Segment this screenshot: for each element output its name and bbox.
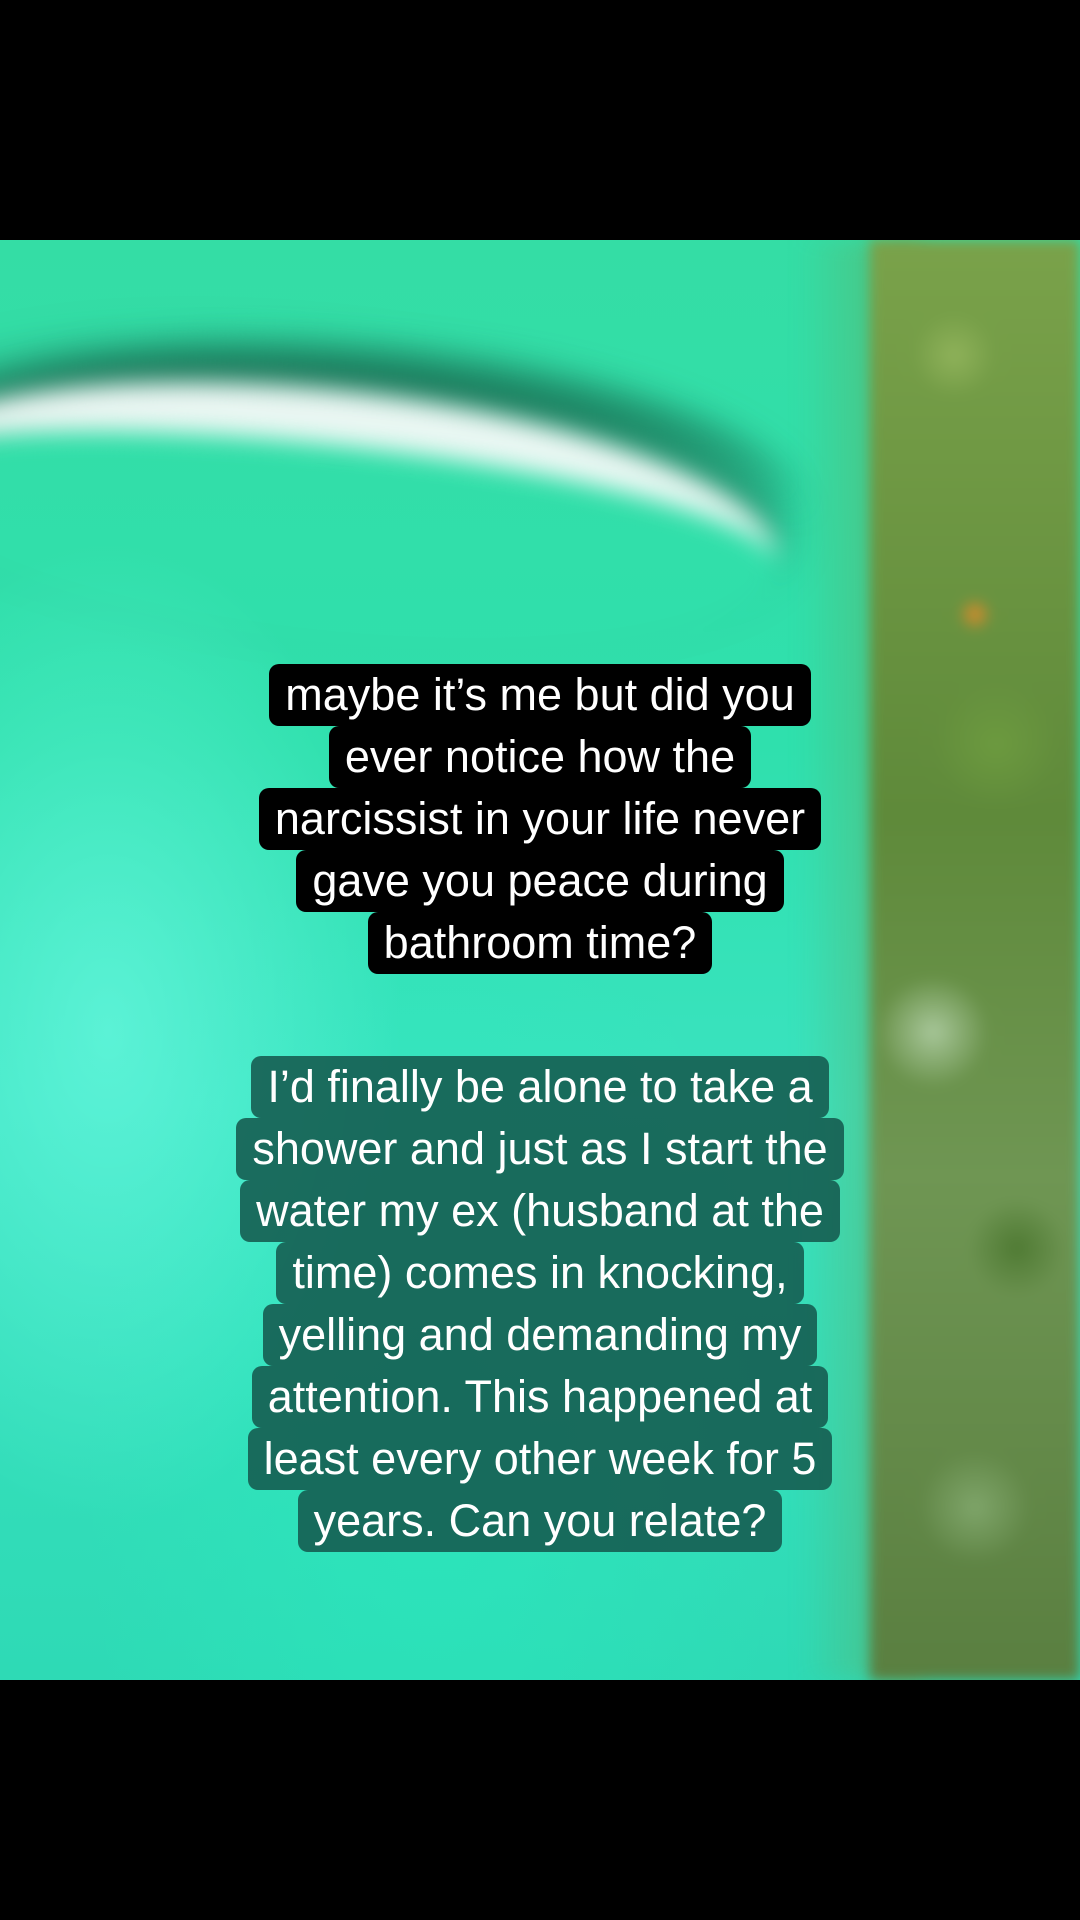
caption-bottom-line: time) comes in knocking,: [276, 1242, 804, 1304]
caption-bottom-line: I’d finally be alone to take a: [251, 1056, 829, 1118]
video-screen[interactable]: maybe it’s me but did you ever notice ho…: [0, 0, 1080, 1920]
caption-bottom-line: shower and just as I start the: [236, 1118, 844, 1180]
caption-top: maybe it’s me but did you ever notice ho…: [0, 664, 1080, 974]
caption-top-line: narcissist in your life never: [258, 788, 822, 850]
caption-bottom-line: years. Can you relate?: [297, 1490, 783, 1552]
caption-bottom: I’d finally be alone to take a shower an…: [0, 1056, 1080, 1552]
caption-bottom-line: least every other week for 5: [247, 1428, 833, 1490]
caption-top-line: bathroom time?: [367, 912, 713, 974]
caption-bottom-line: attention. This happened at: [251, 1366, 829, 1428]
caption-top-line: gave you peace during: [296, 850, 784, 912]
caption-top-line: maybe it’s me but did you: [269, 664, 811, 726]
caption-top-line: ever notice how the: [328, 726, 752, 788]
caption-bottom-line: water my ex (husband at the: [240, 1180, 840, 1242]
caption-bottom-line: yelling and demanding my: [262, 1304, 818, 1366]
